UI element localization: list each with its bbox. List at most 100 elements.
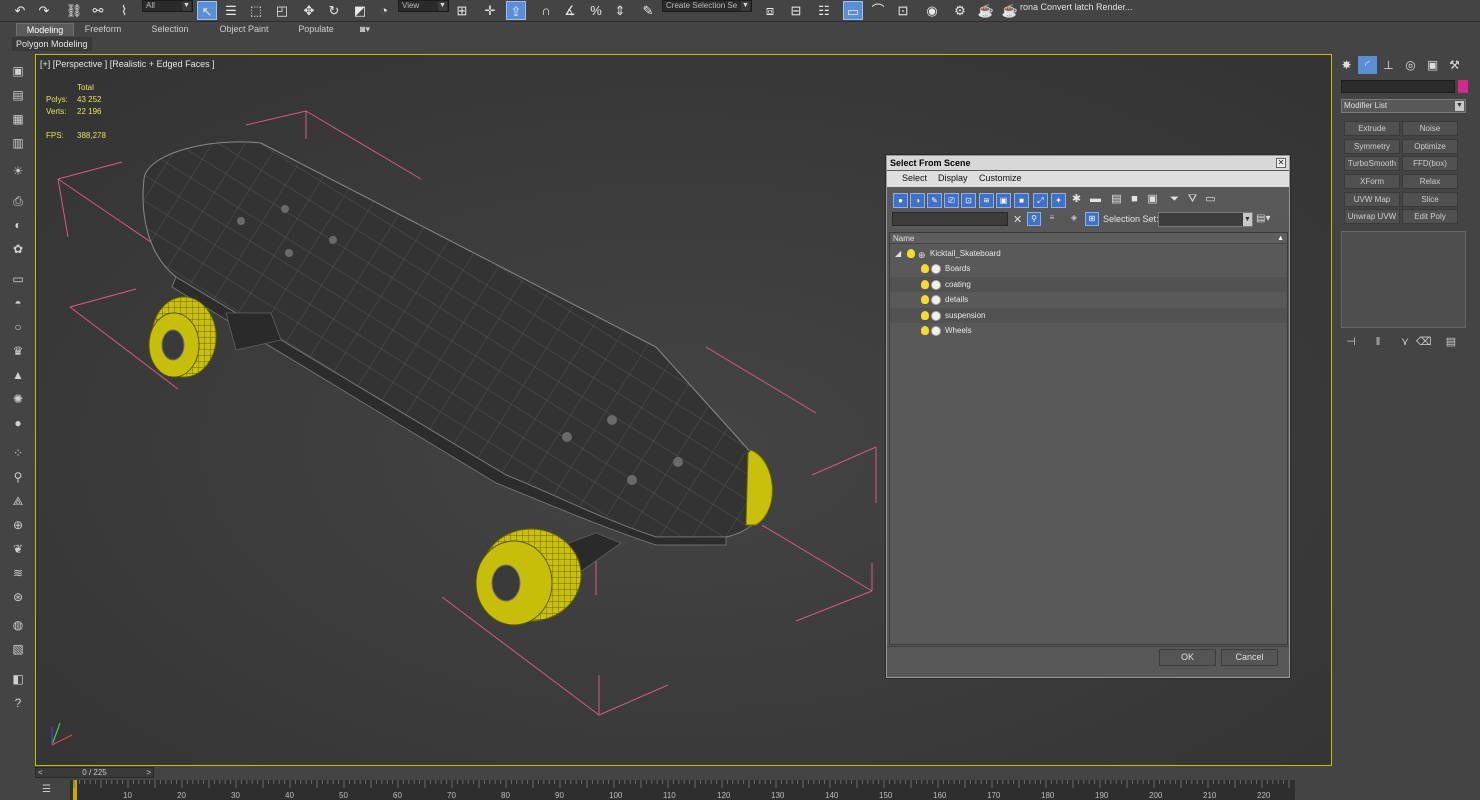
globe-icon[interactable]: ⊕ [9,517,27,533]
tree-row[interactable]: Wheels [890,323,1287,338]
toggle-ribbon-icon[interactable]: ▭ [843,1,863,20]
menu-select[interactable]: Select [902,173,927,183]
modifier-relax-button[interactable]: Relax [1402,174,1458,189]
filter-frozen-icon[interactable]: ✱ [1069,193,1084,208]
sidebar-icon[interactable]: ◧ [9,671,27,687]
collapse-all-icon[interactable]: ▭ [1203,193,1218,208]
dialog-title[interactable]: Select From Scene [887,156,1289,170]
align-icon[interactable]: ⊟ [786,1,806,20]
shaded-sphere-icon[interactable]: ◍ [9,617,27,633]
redo-icon[interactable]: ↷ [34,1,54,20]
tab-object-paint[interactable]: Object Paint [212,23,276,36]
sun-icon[interactable]: ✺ [9,391,27,407]
helper-icon[interactable]: ◐ [9,217,27,233]
chevron-left-icon[interactable]: < [38,768,43,778]
object-name-field[interactable] [1341,80,1455,93]
filter-helpers-icon[interactable]: ⊡ [961,193,976,208]
tree-row-root[interactable]: ◢ ⊕ Kicktail_Skateboard [890,246,1287,261]
close-icon[interactable]: ✕ [1276,158,1286,168]
lightbulb-icon[interactable] [921,264,929,273]
material-editor-icon[interactable]: ◉ [922,1,942,20]
modifier-symmetry-button[interactable]: Symmetry [1344,139,1400,154]
tree-row[interactable]: coating [890,277,1287,292]
place-icon[interactable]: ◔ [374,1,394,20]
scale-icon[interactable]: ◩ [350,1,370,20]
crown-icon[interactable]: ♛ [9,343,27,359]
modifier-edit-poly-button[interactable]: Edit Poly [1402,209,1458,224]
link-icon[interactable]: ⛓ [64,1,84,20]
chevron-right-icon[interactable]: > [146,768,151,778]
time-slider[interactable]: < 0 / 225 > [35,767,154,778]
expand-triangle-icon[interactable]: ◢ [895,246,901,261]
ok-button[interactable]: OK [1159,649,1216,666]
cone-primitive-icon[interactable]: ▲ [9,367,27,383]
tab-populate[interactable]: Populate [292,23,340,36]
box-primitive-icon[interactable]: ▭ [9,271,27,287]
filter-xrefs-icon[interactable]: ■ [1014,193,1029,208]
menu-customize[interactable]: Customize [979,173,1022,183]
tab-selection[interactable]: Selection [144,23,196,36]
cancel-button[interactable]: Cancel [1221,649,1278,666]
lightbulb-icon[interactable] [921,326,929,335]
reference-coordinate-dropdown[interactable]: View ▼ [398,0,449,12]
angle-snap-icon[interactable]: ∡ [560,1,580,20]
sort-icon[interactable]: ≡ [1045,212,1059,226]
unlink-icon[interactable]: ⚯ [88,1,108,20]
mesh-icon[interactable]: ⟁ [9,493,27,509]
rectangular-selection-icon[interactable]: ⬚ [246,1,266,20]
hair-fur-icon[interactable]: ≋ [9,565,27,581]
lightbulb-icon[interactable] [921,311,929,320]
select-all-icon[interactable]: ■ [1127,193,1142,208]
display-columns-icon[interactable]: ▤ [1109,193,1124,208]
grass-icon[interactable]: ❦ [9,541,27,557]
object-color-swatch[interactable] [1458,80,1468,93]
lightbulb-icon[interactable] [921,280,929,289]
make-unique-icon[interactable]: ⋎ [1398,335,1412,349]
spinner-snap-icon[interactable]: ⇕ [610,1,630,20]
modifier-optimize-button[interactable]: Optimize [1402,139,1458,154]
undo-icon[interactable]: ↶ [10,1,30,20]
filter-spacewarps-icon[interactable]: ≋ [979,193,994,208]
configure-sets-icon[interactable]: ▤ [1444,335,1458,349]
show-end-result-icon[interactable]: ‖ [1371,335,1385,349]
filter-icon[interactable]: ⏷ [1167,193,1182,208]
selection-set-dropdown[interactable]: ▼ [1158,212,1253,227]
modifier-slice-button[interactable]: Slice [1402,192,1458,207]
curve-editor-icon[interactable]: ⌒ [868,1,888,20]
move-icon[interactable]: ✥ [299,1,319,20]
layer-explorer-icon[interactable]: ☷ [814,1,834,20]
name-column-header[interactable]: Name ▲ [890,233,1287,244]
rendered-frame-window-icon[interactable]: ☕ [976,1,996,20]
utilities-tab-icon[interactable]: ⚒ [1445,56,1464,74]
camera-icon[interactable]: ⎙ [9,193,27,209]
named-selection-sets-dropdown[interactable]: Create Selection Se ▼ [662,0,752,12]
filter-bones-icon[interactable]: ⤢ [1033,193,1048,208]
filter-lights-icon[interactable]: ✎ [927,193,942,208]
rotate-icon[interactable]: ↻ [324,1,344,20]
modifier-unwrap-uvw-button[interactable]: Unwrap UVW [1344,209,1400,224]
tree-row[interactable]: details [890,292,1287,307]
snaps-toggle-icon[interactable]: ∩ [536,1,556,20]
tree-row[interactable]: Boards [890,261,1287,276]
select-by-name-icon[interactable]: ☰ [221,1,241,20]
modifier-xform-button[interactable]: XForm [1344,174,1400,189]
filter-shapes-icon[interactable]: ◑ [910,193,925,208]
scene-explorer-icon[interactable]: ▣ [9,63,27,79]
document-icon[interactable]: ▧ [9,641,27,657]
tab-modeling[interactable]: Modeling [16,23,74,36]
modifier-list-dropdown[interactable]: Modifier List ▼ [1341,99,1466,113]
remove-modifier-icon[interactable]: ⌫ [1416,335,1432,349]
particles-icon[interactable]: ⁘ [9,445,27,461]
help-icon[interactable]: ? [9,695,27,711]
ribbon-panel-label[interactable]: Polygon Modeling [12,37,92,51]
hierarchy-tab-icon[interactable]: ⊥ [1379,56,1398,74]
filter-options-icon[interactable]: ⛛ [1185,193,1200,208]
layers-icon[interactable]: ◈ [1067,212,1081,226]
disc-icon[interactable]: ● [9,415,27,431]
filter-containers-icon[interactable]: ✦ [1051,193,1066,208]
dome-primitive-icon[interactable]: ◓ [9,295,27,311]
bind-spacewarp-icon[interactable]: ⌇ [114,1,134,20]
filter-geometry-icon[interactable]: ● [893,193,908,208]
selection-filter-dropdown[interactable]: All ▼ [142,0,193,12]
schematic-view-icon[interactable]: ⊡ [893,1,913,20]
